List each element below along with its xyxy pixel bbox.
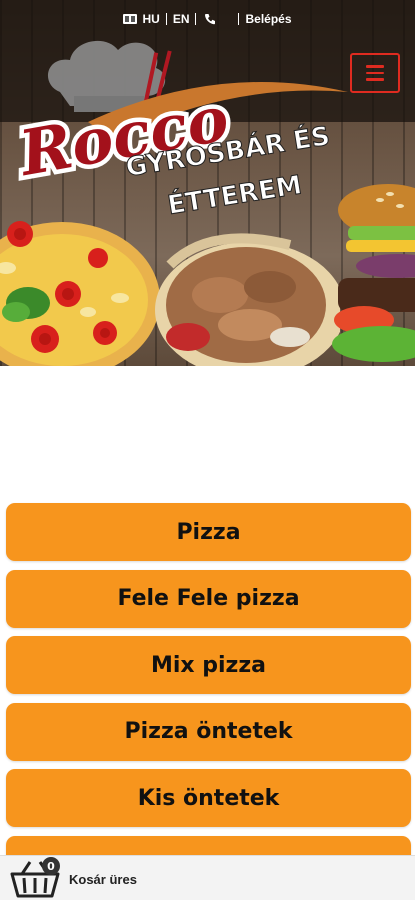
restaurant-tagline: GYROSBÁR ÉS ÉTTEREM (123, 119, 332, 222)
category-button-pizza[interactable]: Pizza (6, 503, 411, 561)
tagline-line2: ÉTTEREM (165, 168, 304, 221)
language-flag-icon (123, 14, 138, 24)
cart-count-badge: 0 (47, 860, 55, 873)
shopping-basket-icon[interactable]: 0 (8, 856, 62, 898)
top-links: HU EN Belépés (0, 10, 415, 28)
divider (238, 13, 240, 25)
phone-icon[interactable] (204, 13, 216, 25)
cart-status: Kosár üres (69, 872, 137, 887)
category-button-mix-pizza[interactable]: Mix pizza (6, 636, 411, 694)
lang-en-link[interactable]: EN (173, 12, 190, 26)
lang-hu-link[interactable]: HU (142, 12, 159, 26)
cart-bar[interactable]: 0 Kosár üres (0, 855, 415, 900)
hamburger-icon (366, 65, 384, 68)
category-button-kis-ontetek[interactable]: Kis öntetek (6, 769, 411, 827)
divider (195, 13, 197, 25)
divider (165, 13, 167, 25)
category-list: Pizza Fele Fele pizza Mix pizza Pizza ön… (6, 503, 411, 900)
gyros-image (155, 233, 340, 366)
login-link[interactable]: Belépés (245, 12, 291, 26)
category-button-pizza-ontetek[interactable]: Pizza öntetek (6, 702, 411, 761)
category-button-fele-fele-pizza[interactable]: Fele Fele pizza (6, 569, 411, 628)
hamburger-menu-button[interactable] (350, 53, 400, 93)
tagline-line1: GYROSBÁR ÉS (124, 119, 332, 183)
hero-banner: Rocco Rocco GYROSBÁR ÉS ÉTTEREM HU EN Be… (0, 0, 415, 366)
